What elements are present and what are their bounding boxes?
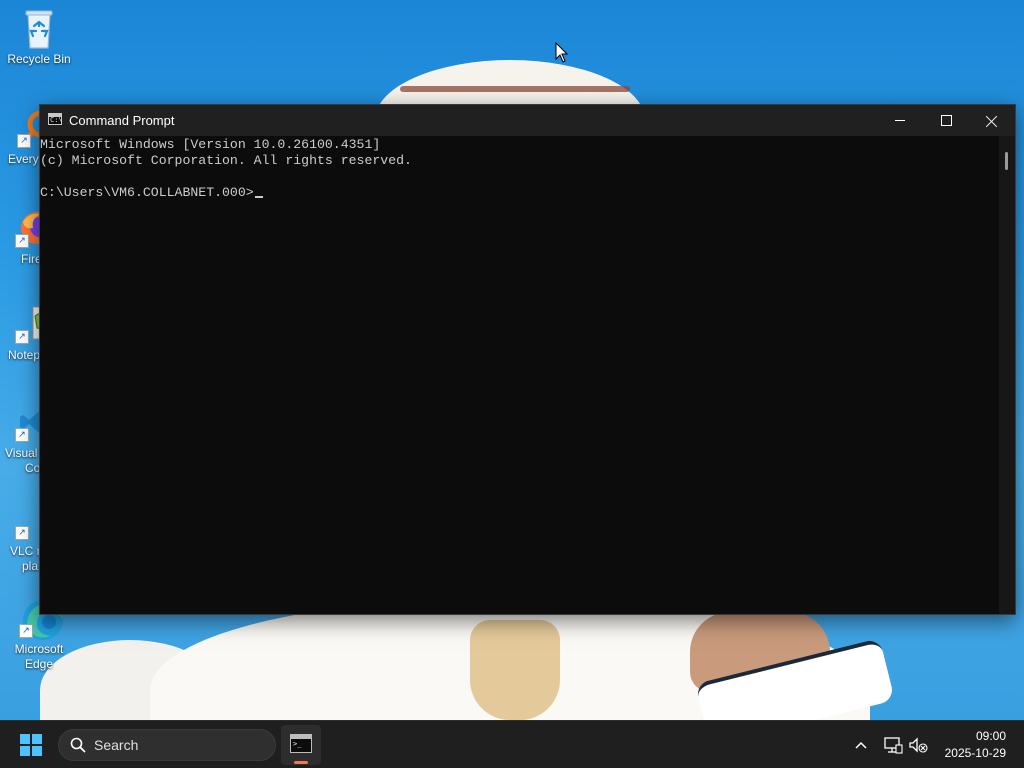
window-title: Command Prompt [69, 113, 175, 128]
taskbar-command-prompt-button[interactable]: >_ [281, 725, 321, 765]
shortcut-arrow-icon: ↗ [19, 624, 33, 638]
console-line: (c) Microsoft Corporation. All rights re… [40, 153, 412, 168]
taskbar-search-box[interactable]: Search [58, 729, 276, 761]
wallpaper-cap-band [400, 86, 630, 92]
show-hidden-icons-button[interactable] [849, 733, 873, 757]
maximize-icon [940, 115, 952, 126]
console-line: Microsoft Windows [Version 10.0.26100.43… [40, 137, 381, 152]
close-button[interactable] [969, 105, 1015, 136]
cmd-icon: >_ [290, 734, 312, 753]
desktop-icon-recycle-bin[interactable]: Recycle Bin [0, 8, 78, 67]
console-output[interactable]: Microsoft Windows [Version 10.0.26100.43… [40, 136, 1000, 615]
scrollbar-thumb[interactable] [1005, 152, 1008, 170]
clock-time: 09:00 [975, 729, 1006, 743]
minimize-button[interactable] [877, 105, 923, 136]
desktop-icon-label-line2: Edge [24, 657, 54, 671]
console-prompt-line[interactable]: C:\Users\VM6.COLLABNET.000> [40, 185, 1000, 201]
shortcut-arrow-icon: ↗ [15, 526, 29, 540]
console-prompt: C:\Users\VM6.COLLABNET.000> [40, 185, 254, 200]
shortcut-arrow-icon: ↗ [15, 428, 29, 442]
network-button[interactable] [881, 733, 905, 757]
shortcut-arrow-icon: ↗ [17, 134, 31, 148]
shortcut-arrow-icon: ↗ [15, 234, 29, 248]
mouse-pointer-icon [555, 41, 569, 64]
title-bar[interactable]: C:\ Command Prompt [40, 105, 1015, 136]
close-icon [986, 115, 998, 127]
taskbar-clock[interactable]: 09:00 2025-10-29 [945, 728, 1006, 762]
clock-date: 2025-10-29 [944, 746, 1006, 760]
start-button[interactable] [13, 729, 51, 761]
shortcut-arrow-icon: ↗ [15, 330, 29, 344]
recycle-bin-icon [19, 8, 59, 49]
vertical-scrollbar[interactable] [999, 136, 1015, 614]
maximize-button[interactable] [923, 105, 969, 136]
wallpaper-stole [470, 620, 560, 720]
network-icon [884, 737, 903, 754]
taskbar: Search >_ 09:00 2025-10-29 [0, 720, 1024, 768]
minimize-icon [895, 120, 905, 121]
search-placeholder: Search [94, 737, 139, 753]
volume-muted-icon [909, 737, 928, 753]
volume-button[interactable] [906, 733, 930, 757]
active-app-indicator [294, 761, 308, 764]
search-icon [70, 737, 86, 753]
chevron-up-icon [855, 741, 867, 749]
text-cursor [254, 196, 263, 198]
cmd-icon: C:\ [48, 113, 63, 125]
command-prompt-window[interactable]: C:\ Command Prompt Microsoft Windows [Ve… [39, 104, 1016, 615]
desktop-icon-label: Microsoft [14, 642, 64, 656]
desktop-icon-label: Recycle Bin [7, 52, 71, 66]
